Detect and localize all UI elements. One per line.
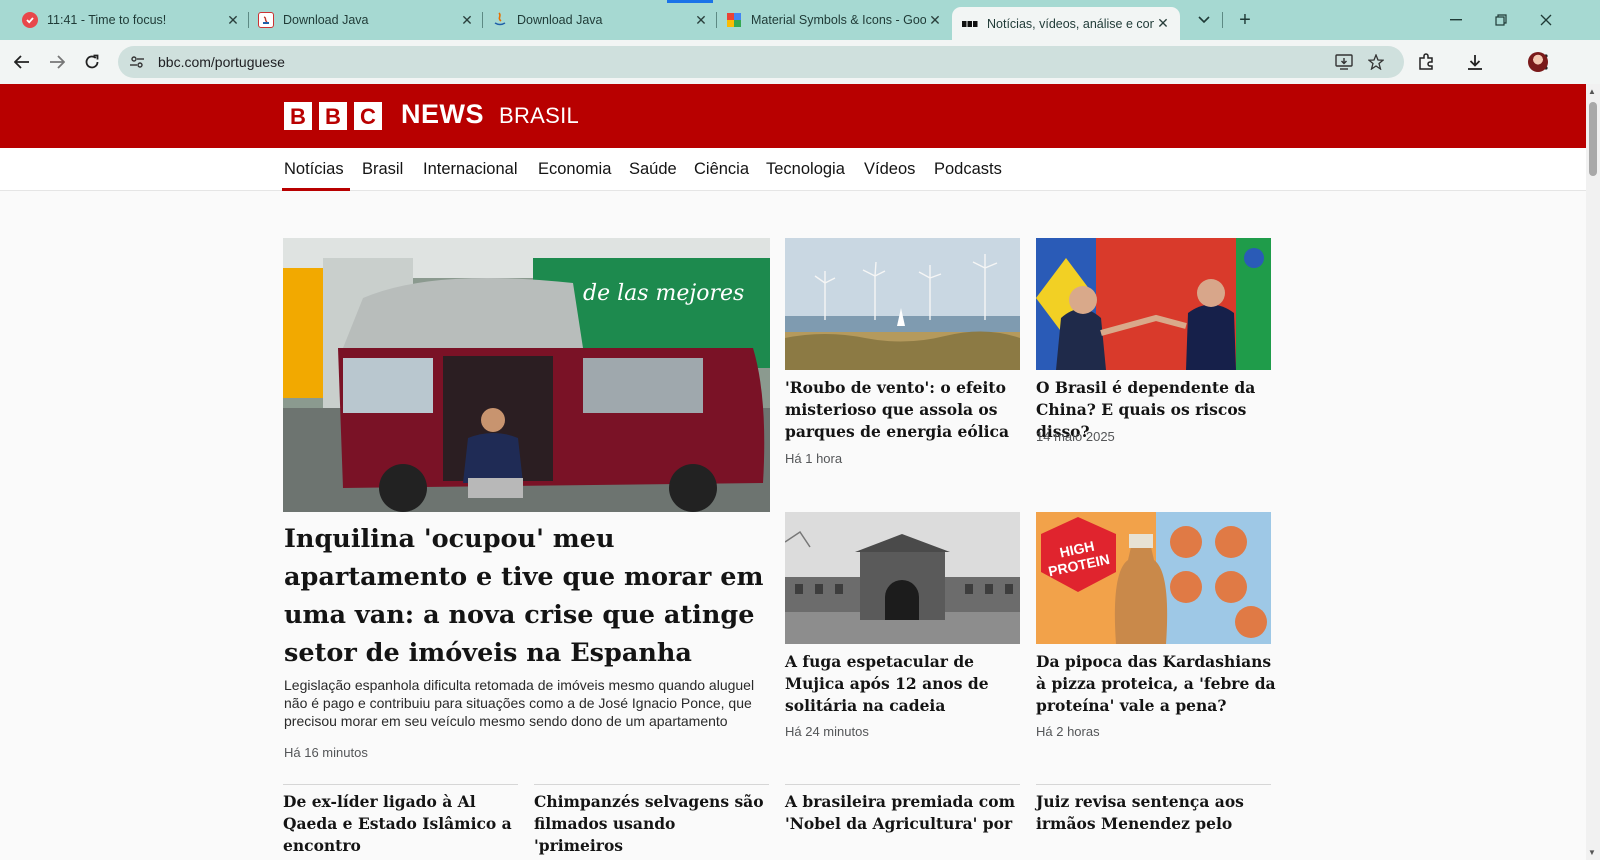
downloads-icon[interactable] <box>1463 50 1487 74</box>
tab-loading-indicator <box>667 0 713 3</box>
tab-title: Download Java <box>517 13 603 27</box>
webpage: B B C NEWS BRASIL Notícias Brasil Intern… <box>0 84 1586 860</box>
nav-saude[interactable]: Saúde <box>629 160 677 179</box>
story-headline[interactable]: 'Roubo de vento': o efeito misterioso qu… <box>785 377 1020 443</box>
divider <box>283 784 518 785</box>
close-icon[interactable]: ✕ <box>1154 15 1172 32</box>
url-text[interactable]: bbc.com/portuguese <box>158 54 285 70</box>
wind-farm-image[interactable] <box>785 238 1020 370</box>
material-icon <box>726 12 742 28</box>
tab-download-java-1[interactable]: Download Java ✕ <box>258 6 476 34</box>
logo-news-word: NEWS <box>401 99 484 129</box>
tab-title: Material Symbols & Icons - Goo <box>751 13 926 27</box>
tab-bbc-active[interactable]: Notícias, vídeos, análise e conte ✕ <box>952 7 1180 40</box>
nav-internacional[interactable]: Internacional <box>423 160 517 179</box>
story-timestamp: 14 maio 2025 <box>1036 429 1115 444</box>
nav-videos[interactable]: Vídeos <box>864 160 915 179</box>
tab-download-java-2[interactable]: Download Java ✕ <box>492 6 710 34</box>
divider <box>1036 784 1271 785</box>
lead-story-image[interactable]: de las mejores <box>283 238 770 512</box>
lead-headline[interactable]: Inquilina 'ocupou' meu apartamento e tiv… <box>284 520 784 672</box>
story-timestamp: Há 24 minutos <box>785 724 869 739</box>
tab-strip: 11:41 - Time to focus! ✕ Download Java ✕… <box>0 0 1600 40</box>
story-timestamp: Há 1 hora <box>785 451 843 466</box>
browser-toolbar: bbc.com/portuguese <box>0 40 1600 84</box>
lead-timestamp: Há 16 minutos <box>284 745 368 760</box>
nav-noticias[interactable]: Notícias <box>284 160 344 179</box>
new-tab-plus-icon[interactable]: + <box>1231 8 1259 32</box>
bbc-icon <box>962 16 978 32</box>
nav-economia[interactable]: Economia <box>538 160 611 179</box>
tab-title: Download Java <box>283 13 369 27</box>
story-headline[interactable]: De ex-líder ligado à Al Qaeda e Estado I… <box>283 791 523 857</box>
forward-arrow-icon[interactable] <box>44 49 70 75</box>
scrollbar-thumb[interactable] <box>1589 102 1597 176</box>
brazil-china-image[interactable] <box>1036 238 1271 370</box>
banner-text: de las mejores <box>583 281 744 306</box>
nav-podcasts[interactable]: Podcasts <box>934 160 1002 179</box>
nav-tecnologia[interactable]: Tecnologia <box>766 160 845 179</box>
nav-ciencia[interactable]: Ciência <box>694 160 749 179</box>
reload-icon[interactable] <box>79 49 105 75</box>
extensions-puzzle-icon[interactable] <box>1414 50 1438 74</box>
close-icon[interactable]: ✕ <box>692 12 710 29</box>
tab-title: Notícias, vídeos, análise e conte <box>987 16 1154 31</box>
divider <box>785 784 1020 785</box>
restore-icon[interactable] <box>1487 8 1515 32</box>
tab-material-symbols[interactable]: Material Symbols & Icons - Goo ✕ <box>726 6 944 34</box>
scroll-up-arrow-icon[interactable]: ▲ <box>1588 87 1596 96</box>
logo-letter: B <box>319 102 347 130</box>
tab-time-to-focus[interactable]: 11:41 - Time to focus! ✕ <box>22 6 242 34</box>
logo-edition-word: BRASIL <box>499 103 580 128</box>
window-close-icon[interactable] <box>1532 8 1560 32</box>
section-nav: Notícias Brasil Internacional Economia S… <box>0 148 1586 191</box>
nav-brasil[interactable]: Brasil <box>362 160 403 179</box>
check-circle-icon <box>22 12 38 28</box>
profile-avatar[interactable] <box>1528 52 1548 72</box>
bbc-masthead: B B C NEWS BRASIL <box>0 84 1586 148</box>
close-icon[interactable]: ✕ <box>458 12 476 29</box>
story-timestamp: Há 2 horas <box>1036 724 1100 739</box>
story-headline[interactable]: Juiz revisa sentença aos irmãos Menendez… <box>1036 791 1271 835</box>
scroll-down-arrow-icon[interactable]: ▼ <box>1588 848 1596 857</box>
install-app-icon[interactable] <box>1334 52 1354 72</box>
close-icon[interactable]: ✕ <box>224 12 242 29</box>
lead-summary: Legislação espanhola dificulta retomada … <box>284 677 755 729</box>
active-nav-indicator <box>282 188 350 191</box>
story-headline[interactable]: A fuga espetacular de Mujica após 12 ano… <box>785 651 1015 717</box>
close-icon[interactable]: ✕ <box>926 12 944 29</box>
story-headline[interactable]: Da pipoca das Kardashians à pizza protei… <box>1036 651 1276 717</box>
tab-title: 11:41 - Time to focus! <box>47 13 167 27</box>
java-icon <box>258 12 274 28</box>
bookmark-star-icon[interactable] <box>1366 52 1386 72</box>
back-arrow-icon[interactable] <box>9 49 35 75</box>
protein-image[interactable]: HIGH PROTEIN <box>1036 512 1271 644</box>
story-headline[interactable]: Chimpanzés selvagens são filmados usando… <box>534 791 769 857</box>
story-headline[interactable]: A brasileira premiada com 'Nobel da Agri… <box>785 791 1020 835</box>
tab-search-chevron-icon[interactable] <box>1190 8 1218 32</box>
address-bar[interactable]: bbc.com/portuguese <box>118 46 1404 78</box>
site-info-icon[interactable] <box>128 53 146 71</box>
divider <box>534 784 769 785</box>
minimize-icon[interactable] <box>1442 8 1470 32</box>
logo-letter: C <box>354 102 382 130</box>
page-scrollbar[interactable]: ▲ ▼ <box>1586 84 1600 860</box>
logo-letter: B <box>284 102 312 130</box>
prison-building-image[interactable] <box>785 512 1020 644</box>
java-icon <box>492 12 508 28</box>
